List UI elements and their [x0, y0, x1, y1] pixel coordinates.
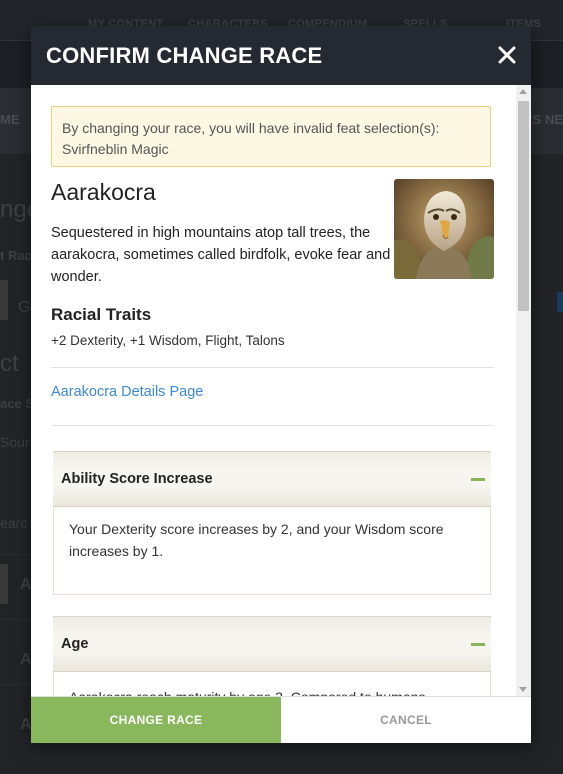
close-button[interactable]	[493, 41, 521, 69]
race-name: Aarakocra	[51, 179, 156, 205]
modal-header: CONFIRM CHANGE RACE	[31, 26, 531, 85]
warning-text: By changing your race, you will have inv…	[62, 120, 440, 136]
bg-fragment: ace S	[0, 396, 34, 411]
bg-fragment: ct	[0, 350, 19, 377]
accordion-header[interactable]: Ability Score Increase	[53, 451, 491, 507]
race-description: Sequestered in high mountains atop tall …	[51, 225, 391, 285]
accordion-body: Your Dexterity score increases by 2, and…	[53, 507, 491, 595]
bg-fragment: t Rac	[0, 248, 32, 263]
divider	[51, 367, 494, 368]
accordion-header[interactable]: Age	[53, 616, 491, 672]
bg-fragment: A	[20, 576, 32, 593]
cancel-button[interactable]: CANCEL	[281, 697, 531, 743]
bg-fragment: A	[20, 716, 32, 733]
racial-traits-summary: +2 Dexterity, +1 Wisdom, Flight, Talons	[51, 333, 285, 348]
accordion-title: Age	[61, 636, 89, 652]
accordion-body: Aarakocra reach maturity by age 3. Compa…	[53, 672, 491, 696]
modal-footer: CHANGE RACE CANCEL	[31, 696, 531, 743]
close-icon	[498, 46, 516, 64]
scrollbar[interactable]	[516, 85, 531, 696]
accordion-age: Age Aarakocra reach maturity by age 3. C…	[53, 616, 491, 696]
bg-fragment: G	[18, 299, 31, 316]
racial-traits-heading: Racial Traits	[51, 305, 152, 324]
scroll-up-arrow-icon[interactable]	[519, 89, 527, 94]
invalid-feat-warning: By changing your race, you will have inv…	[51, 106, 491, 167]
bg-side-tab	[557, 292, 563, 312]
bg-banner-left-text: ME	[0, 112, 20, 127]
bg-fragment: earc	[0, 515, 28, 531]
change-race-button[interactable]: CHANGE RACE	[31, 697, 281, 743]
collapse-icon[interactable]	[471, 643, 485, 646]
bg-fragment: A	[20, 651, 32, 668]
race-portrait-image	[394, 179, 494, 279]
bg-thumbnail	[0, 564, 8, 604]
aarakocra-portrait-icon	[394, 179, 494, 279]
accordion-ability-score-increase: Ability Score Increase Your Dexterity sc…	[53, 451, 491, 595]
divider	[51, 425, 494, 426]
collapse-icon[interactable]	[471, 478, 485, 481]
race-details-link[interactable]: Aarakocra Details Page	[51, 384, 203, 400]
accordion-title: Ability Score Increase	[61, 471, 213, 487]
confirm-change-race-modal: CONFIRM CHANGE RACE By changing your rac…	[31, 26, 531, 743]
modal-title: CONFIRM CHANGE RACE	[46, 43, 323, 68]
scrollbar-thumb[interactable]	[518, 101, 529, 311]
modal-body[interactable]: By changing your race, you will have inv…	[31, 85, 516, 696]
bg-fragment: Sour	[0, 434, 30, 450]
scroll-down-arrow-icon[interactable]	[519, 687, 527, 692]
warning-feat-name: Svirfneblin Magic	[62, 141, 169, 157]
bg-thumbnail	[0, 280, 8, 320]
